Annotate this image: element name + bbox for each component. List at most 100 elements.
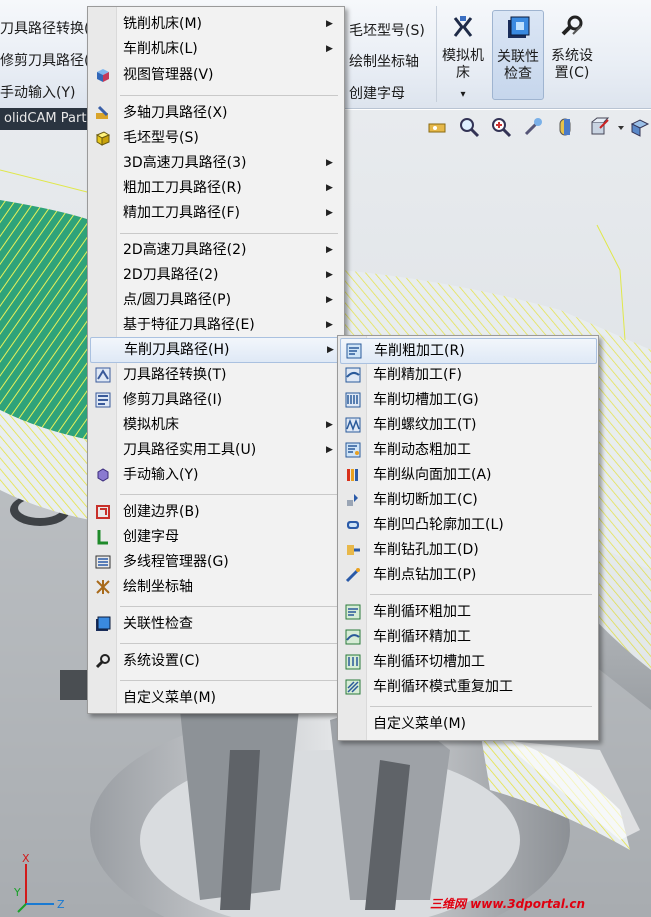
menu-item-milling-machine[interactable]: 铣削机床(M) ▶ bbox=[90, 12, 340, 36]
menu-item-2d-hsm-toolpath[interactable]: 2D高速刀具路径(2) ▶ bbox=[90, 238, 340, 262]
submenu-item-label: 车削循环切槽加工 bbox=[373, 654, 485, 670]
menu-item-label: 3D高速刀具路径(3) bbox=[123, 155, 247, 171]
lathe-canned-finish-icon bbox=[345, 629, 361, 645]
menu-item-toolpath-utilities[interactable]: 刀具路径实用工具(U) ▶ bbox=[90, 438, 340, 462]
menu-item-label: 创建边界(B) bbox=[123, 504, 200, 520]
submenu-item-lathe-spot-drill[interactable]: 车削点钻加工(P) bbox=[340, 563, 595, 587]
menu-item-toolpath-transform[interactable]: 刀具路径转换(T) bbox=[90, 363, 340, 387]
submenu-item-lathe-canned-rough[interactable]: 车削循环粗加工 bbox=[340, 600, 595, 624]
display-style-icon[interactable] bbox=[629, 116, 651, 138]
submenu-item-lathe-rough[interactable]: 车削粗加工(R) bbox=[340, 338, 597, 364]
view-orientation-icon[interactable] bbox=[588, 116, 610, 138]
ribbon-toolpath-transform[interactable]: 刀具路径转换( bbox=[0, 18, 89, 38]
menu-item-label: 系统设置(C) bbox=[123, 653, 200, 669]
ribbon-manual-entry[interactable]: 手动输入(Y) bbox=[0, 82, 75, 102]
submenu-item-lathe-contour[interactable]: 车削凹凸轮廓加工(L) bbox=[340, 513, 595, 537]
rotate-view-icon[interactable] bbox=[522, 116, 544, 138]
submenu-item-lathe-canned-groove[interactable]: 车削循环切槽加工 bbox=[340, 650, 595, 674]
lathe-spot-drill-icon bbox=[345, 568, 360, 583]
menu-item-2d-toolpath[interactable]: 2D刀具路径(2) ▶ bbox=[90, 263, 340, 287]
menu-item-roughing-toolpath[interactable]: 粗加工刀具路径(R) ▶ bbox=[90, 176, 340, 200]
menu-item-associativity-check[interactable]: 关联性检查 bbox=[90, 612, 340, 636]
chevron-down-icon[interactable] bbox=[616, 116, 626, 138]
submenu-item-label: 车削循环粗加工 bbox=[373, 604, 471, 620]
menu-item-trim-toolpath[interactable]: 修剪刀具路径(I) bbox=[90, 388, 340, 412]
menu-item-label: 模拟机床 bbox=[123, 417, 179, 433]
submenu-item-lathe-drill[interactable]: 车削钻孔加工(D) bbox=[340, 538, 595, 562]
submenu-item-lathe-canned-pattern[interactable]: 车削循环模式重复加工 bbox=[340, 675, 595, 699]
submenu-arrow-icon: ▶ bbox=[326, 44, 333, 54]
menu-item-feature-based-toolpath[interactable]: 基于特征刀具路径(E) ▶ bbox=[90, 313, 340, 337]
lathe-cutoff-icon bbox=[347, 494, 358, 506]
submenu-arrow-icon: ▶ bbox=[326, 445, 333, 455]
submenu-item-label: 车削循环精加工 bbox=[373, 629, 471, 645]
site-watermark: 三维网 www.3dportal.cn bbox=[430, 897, 586, 911]
menu-item-3d-hsm-toolpath[interactable]: 3D高速刀具路径(3) ▶ bbox=[90, 151, 340, 175]
menu-item-label: 修剪刀具路径(I) bbox=[123, 392, 223, 408]
submenu-item-label: 车削纵向面加工(A) bbox=[373, 467, 492, 483]
menu-item-label: 毛坯型号(S) bbox=[123, 130, 199, 146]
ribbon-stock-model[interactable]: 毛坯型号(S) bbox=[349, 20, 425, 40]
menu-item-system-settings[interactable]: 系统设置(C) bbox=[90, 649, 340, 673]
menu-item-view-manager[interactable]: 视图管理器(V) bbox=[90, 63, 340, 87]
menu-item-label: 刀具路径转换(T) bbox=[123, 367, 227, 383]
menu-item-label: 关联性检查 bbox=[123, 616, 193, 632]
lathe-face-icon bbox=[347, 469, 358, 481]
submenu-arrow-icon: ▶ bbox=[326, 245, 333, 255]
submenu-item-lathe-finish[interactable]: 车削精加工(F) bbox=[340, 363, 595, 387]
menu-separator bbox=[370, 594, 592, 595]
submenu-item-label: 车削切槽加工(G) bbox=[373, 392, 479, 408]
submenu-item-lathe-canned-finish[interactable]: 车削循环精加工 bbox=[340, 625, 595, 649]
menu-item-stock-model[interactable]: 毛坯型号(S) bbox=[90, 126, 340, 150]
submenu-item-lathe-face[interactable]: 车削纵向面加工(A) bbox=[340, 463, 595, 487]
axis-x-label: X bbox=[22, 852, 30, 865]
menu-item-multiaxis-toolpath[interactable]: 多轴刀具路径(X) bbox=[90, 101, 340, 125]
menu-item-finishing-toolpath[interactable]: 精加工刀具路径(F) ▶ bbox=[90, 201, 340, 225]
ribbon-trim-toolpath[interactable]: 修剪刀具路径( bbox=[0, 50, 89, 70]
system-settings-icon bbox=[561, 15, 583, 36]
menu-item-label: 2D刀具路径(2) bbox=[123, 267, 219, 283]
axis-z-label: Z bbox=[57, 898, 65, 911]
zoom-in-icon[interactable] bbox=[458, 116, 480, 138]
menu-item-label: 车削刀具路径(H) bbox=[124, 342, 230, 358]
part-document-tab[interactable]: olidCAM Part bbox=[0, 108, 96, 130]
create-boundary-icon bbox=[96, 505, 110, 519]
associativity-check-button[interactable]: 关联性检查 bbox=[492, 10, 544, 100]
menu-item-lathe-toolpath[interactable]: 车削刀具路径(H) ▶ bbox=[90, 337, 342, 363]
submenu-item-customize-menu[interactable]: 自定义菜单(M) bbox=[340, 712, 595, 736]
submenu-item-label: 车削点钻加工(P) bbox=[373, 567, 477, 583]
menu-item-point-circle-toolpath[interactable]: 点/圆刀具路径(P) ▶ bbox=[90, 288, 340, 312]
stock-model-icon bbox=[95, 131, 111, 146]
zoom-area-icon[interactable] bbox=[490, 116, 512, 138]
menu-item-create-letters[interactable]: 创建字母 bbox=[90, 525, 340, 549]
simulate-machine-button[interactable]: 模拟机床 ▾ bbox=[438, 10, 488, 100]
menu-item-draw-axes[interactable]: 绘制坐标轴 bbox=[90, 575, 340, 599]
submenu-item-label: 车削精加工(F) bbox=[373, 367, 462, 383]
system-settings-icon bbox=[95, 654, 110, 669]
menu-item-simulate-machine[interactable]: 模拟机床 ▶ bbox=[90, 413, 340, 437]
submenu-arrow-icon: ▶ bbox=[326, 208, 333, 218]
menu-item-label: 点/圆刀具路径(P) bbox=[123, 292, 232, 308]
submenu-item-lathe-dynamic-rough[interactable]: 车削动态粗加工 bbox=[340, 438, 595, 462]
section-view-icon[interactable] bbox=[554, 116, 576, 138]
system-settings-button[interactable]: 系统设置(C) bbox=[547, 10, 597, 98]
submenu-item-lathe-thread[interactable]: 车削螺纹加工(T) bbox=[340, 413, 595, 437]
submenu-arrow-icon: ▶ bbox=[327, 345, 334, 355]
lathe-canned-groove-icon bbox=[345, 654, 361, 670]
submenu-item-lathe-groove[interactable]: 车削切槽加工(G) bbox=[340, 388, 595, 412]
ribbon-draw-axes[interactable]: 绘制坐标轴 bbox=[349, 51, 419, 71]
menu-item-lathe-machine[interactable]: 车削机床(L) ▶ bbox=[90, 37, 340, 61]
zoom-fit-icon[interactable] bbox=[426, 116, 448, 138]
menu-separator bbox=[370, 706, 592, 707]
menu-item-label: 铣削机床(M) bbox=[123, 16, 203, 32]
ribbon-create-letters[interactable]: 创建字母 bbox=[349, 83, 405, 103]
chevron-down-icon[interactable]: ▾ bbox=[438, 86, 488, 103]
submenu-item-label: 自定义菜单(M) bbox=[373, 716, 467, 732]
menu-separator bbox=[120, 643, 338, 644]
menu-item-customize-menu[interactable]: 自定义菜单(M) bbox=[90, 686, 340, 710]
manual-entry-icon bbox=[97, 468, 109, 482]
menu-item-create-boundary[interactable]: 创建边界(B) bbox=[90, 500, 340, 524]
menu-item-manual-entry[interactable]: 手动输入(Y) bbox=[90, 463, 340, 487]
submenu-item-lathe-cutoff[interactable]: 车削切断加工(C) bbox=[340, 488, 595, 512]
menu-item-multithread-manager[interactable]: 多线程管理器(G) bbox=[90, 550, 340, 574]
